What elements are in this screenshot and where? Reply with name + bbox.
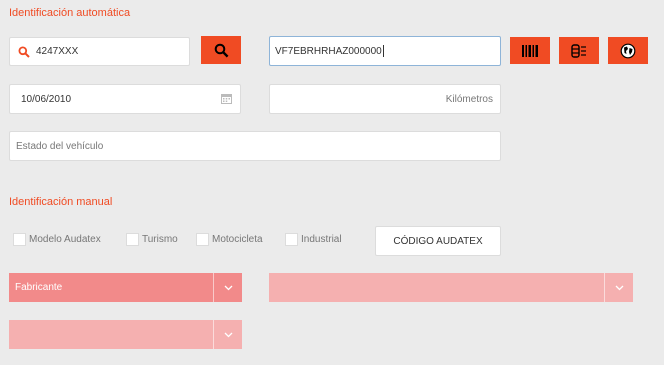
search-icon — [214, 43, 229, 58]
plate-search-field[interactable]: 4247XXX — [9, 37, 190, 66]
search-icon — [18, 46, 30, 58]
barcode-icon — [521, 44, 539, 57]
version-select[interactable] — [9, 320, 242, 349]
checkbox-motocicleta[interactable]: Motocicleta — [196, 233, 263, 246]
globe-icon — [620, 43, 636, 59]
checkbox-turismo[interactable]: Turismo — [126, 233, 178, 246]
checkbox-label: Modelo Audatex — [29, 234, 101, 245]
calendar-icon[interactable] — [221, 93, 232, 104]
plate-search-button[interactable] — [201, 36, 241, 64]
checkbox-audatex-model[interactable]: Modelo Audatex — [13, 233, 101, 246]
plate-search-value: 4247XXX — [36, 46, 79, 57]
vin-value: VF7EBRHRHAZ000000 — [275, 45, 382, 57]
checkbox-box[interactable] — [13, 233, 26, 246]
checkbox-label: Industrial — [301, 234, 342, 245]
vehicle-state-placeholder: Estado del vehículo — [16, 140, 104, 152]
checkbox-label: Turismo — [142, 234, 178, 245]
vehicle-scan-button[interactable] — [559, 37, 599, 64]
barcode-button[interactable] — [510, 37, 550, 64]
checkbox-box[interactable] — [126, 233, 139, 246]
model-select-arrow[interactable] — [604, 273, 633, 302]
auto-section-title: Identificación automática — [9, 7, 131, 19]
model-select[interactable] — [269, 273, 633, 302]
chevron-down-icon — [615, 285, 624, 291]
date-value: 10/06/2010 — [21, 93, 72, 105]
checkbox-industrial[interactable]: Industrial — [285, 233, 342, 246]
date-field[interactable]: 10/06/2010 — [9, 84, 241, 114]
manual-section-title: Identificación manual — [9, 196, 113, 208]
checkbox-box[interactable] — [285, 233, 298, 246]
kilometers-placeholder: Kilómetros — [445, 93, 493, 105]
text-cursor — [382, 45, 384, 57]
kilometers-input[interactable]: Kilómetros — [269, 84, 501, 114]
checkbox-box[interactable] — [196, 233, 209, 246]
vin-input[interactable]: VF7EBRHRHAZ000000 — [269, 36, 501, 66]
chevron-down-icon — [224, 285, 233, 291]
checkbox-label: Motocicleta — [212, 234, 263, 245]
vehicle-state-input[interactable]: Estado del vehículo — [9, 131, 501, 161]
chevron-down-icon — [224, 332, 233, 338]
car-scan-icon — [570, 43, 588, 58]
audatex-code-input[interactable]: CÓDIGO AUDATEX — [375, 226, 501, 256]
manufacturer-select[interactable]: Fabricante — [9, 273, 242, 302]
version-select-arrow[interactable] — [213, 320, 242, 349]
manufacturer-select-arrow[interactable] — [213, 273, 242, 302]
globe-button[interactable] — [608, 37, 648, 64]
audatex-code-label: CÓDIGO AUDATEX — [393, 235, 483, 247]
manufacturer-select-label: Fabricante — [15, 282, 63, 293]
